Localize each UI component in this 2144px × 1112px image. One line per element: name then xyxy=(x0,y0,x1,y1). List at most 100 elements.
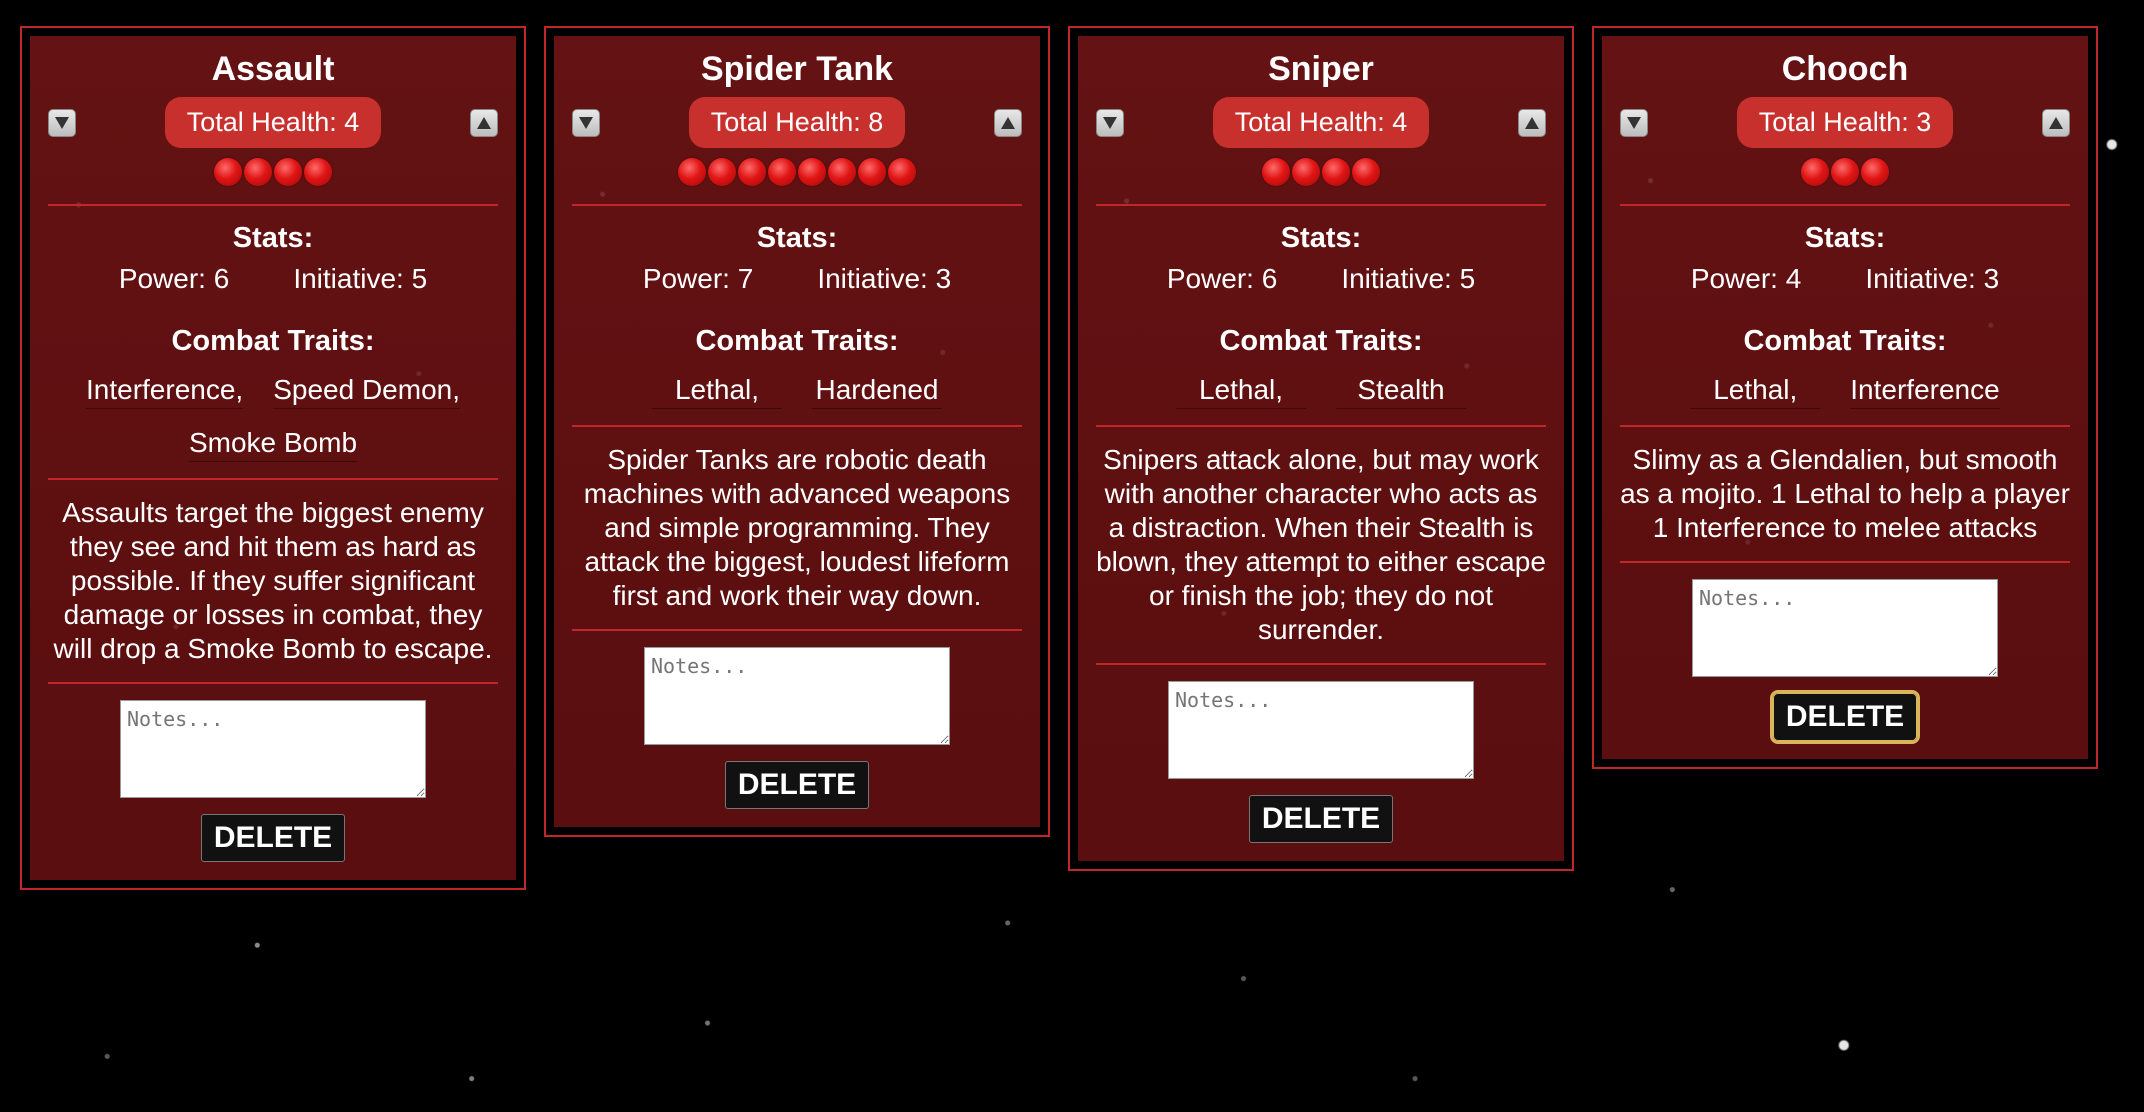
initiative-stat: Initiative: 3 xyxy=(817,263,952,294)
health-row: Total Health: 4 xyxy=(1096,97,1546,148)
power-stat: Power: 6 xyxy=(1166,263,1278,294)
character-card-chooch: Chooch Total Health: 3 Stats: Power: 4 I… xyxy=(1592,26,2098,769)
delete-button[interactable]: DELETE xyxy=(1769,690,1921,744)
divider xyxy=(572,629,1022,631)
notes-field[interactable] xyxy=(644,647,950,745)
health-pips xyxy=(572,158,1022,188)
delete-button[interactable]: DELETE xyxy=(1248,795,1394,843)
divider xyxy=(48,682,498,684)
health-pip-icon xyxy=(1292,158,1320,186)
notes-field[interactable] xyxy=(120,700,426,798)
power-stat: Power: 6 xyxy=(118,263,230,294)
increase-health-button[interactable] xyxy=(2041,108,2070,137)
triangle-down-icon xyxy=(579,116,593,129)
combat-trait: Stealth xyxy=(1336,374,1466,409)
triangle-up-icon xyxy=(1000,116,1015,129)
card-title: Chooch xyxy=(1781,50,1909,88)
health-pip-icon xyxy=(1831,158,1859,186)
health-pip-icon xyxy=(678,158,706,186)
delete-button[interactable]: DELETE xyxy=(724,761,870,809)
initiative-stat: Initiative: 5 xyxy=(293,263,428,294)
increase-health-button[interactable] xyxy=(993,108,1022,137)
health-pip-icon xyxy=(1322,158,1350,186)
health-pip-icon xyxy=(1352,158,1380,186)
card-description: Assaults target the biggest enemy they s… xyxy=(53,497,493,664)
health-pip-icon xyxy=(214,158,242,186)
notes-field[interactable] xyxy=(1692,579,1998,677)
character-card: Chooch Total Health: 3 Stats: Power: 4 I… xyxy=(1602,36,2088,759)
health-pip-icon xyxy=(738,158,766,186)
health-pip-icon xyxy=(1262,158,1290,186)
card-description: Slimy as a Glendalien, but smooth as a m… xyxy=(1620,444,2070,543)
health-row: Total Health: 3 xyxy=(1620,97,2070,148)
divider xyxy=(572,204,1022,206)
health-pip-icon xyxy=(828,158,856,186)
combat-trait: Hardened xyxy=(812,374,942,409)
stats-heading: Stats: xyxy=(756,222,838,254)
combat-trait: Speed Demon, xyxy=(273,374,460,409)
total-health-badge: Total Health: 4 xyxy=(164,97,382,148)
divider xyxy=(48,478,498,480)
combat-traits-heading: Combat Traits: xyxy=(1219,325,1423,357)
character-card-assault: Assault Total Health: 4 Stats: Power: 6 … xyxy=(20,26,526,890)
health-pip-icon xyxy=(858,158,886,186)
card-title: Spider Tank xyxy=(700,50,894,88)
notes-field[interactable] xyxy=(1168,681,1474,779)
divider xyxy=(1620,425,2070,427)
character-card: Spider Tank Total Health: 8 Stats: Power… xyxy=(554,36,1040,827)
total-health-badge: Total Health: 3 xyxy=(1736,97,1954,148)
triangle-up-icon xyxy=(476,116,491,129)
triangle-down-icon xyxy=(1103,116,1117,129)
health-pips xyxy=(1620,158,2070,188)
combat-traits-heading: Combat Traits: xyxy=(695,325,899,357)
decrease-health-button[interactable] xyxy=(572,108,600,137)
delete-button[interactable]: DELETE xyxy=(200,814,346,862)
health-pips xyxy=(1096,158,1546,188)
health-pip-icon xyxy=(708,158,736,186)
initiative-stat: Initiative: 3 xyxy=(1865,263,2000,294)
stats-row: Power: 4 Initiative: 3 xyxy=(1620,263,2070,295)
card-description: Spider Tanks are robotic death machines … xyxy=(583,444,1011,611)
divider xyxy=(1096,204,1546,206)
combat-traits-heading: Combat Traits: xyxy=(171,325,375,357)
character-card-list: Assault Total Health: 4 Stats: Power: 6 … xyxy=(20,26,2098,890)
triangle-up-icon xyxy=(1524,116,1539,129)
combat-traits-list: Lethal, Hardened xyxy=(572,374,1022,409)
combat-traits-list: Interference, Speed Demon, Smoke Bomb xyxy=(48,374,498,462)
combat-trait: Lethal, xyxy=(1176,374,1306,409)
combat-trait: Interference xyxy=(1850,374,2000,409)
health-pip-icon xyxy=(304,158,332,186)
health-pip-icon xyxy=(244,158,272,186)
stats-row: Power: 6 Initiative: 5 xyxy=(48,263,498,295)
card-title: Sniper xyxy=(1268,50,1374,88)
health-row: Total Health: 4 xyxy=(48,97,498,148)
stats-heading: Stats: xyxy=(1804,222,1886,254)
combat-traits-heading: Combat Traits: xyxy=(1743,325,1947,357)
decrease-health-button[interactable] xyxy=(48,108,76,137)
character-card: Assault Total Health: 4 Stats: Power: 6 … xyxy=(30,36,516,880)
health-pip-icon xyxy=(1801,158,1829,186)
decrease-health-button[interactable] xyxy=(1620,108,1648,137)
decrease-health-button[interactable] xyxy=(1096,108,1124,137)
stats-row: Power: 7 Initiative: 3 xyxy=(572,263,1022,295)
card-title: Assault xyxy=(211,50,335,88)
stats-heading: Stats: xyxy=(232,222,314,254)
health-row: Total Health: 8 xyxy=(572,97,1022,148)
combat-trait: Interference, xyxy=(86,374,244,409)
divider xyxy=(572,425,1022,427)
combat-traits-list: Lethal, Interference xyxy=(1620,374,2070,409)
total-health-badge: Total Health: 4 xyxy=(1212,97,1430,148)
triangle-down-icon xyxy=(1627,116,1641,129)
increase-health-button[interactable] xyxy=(469,108,498,137)
card-description: Snipers attack alone, but may work with … xyxy=(1096,444,1546,645)
divider xyxy=(1096,663,1546,665)
combat-trait: Lethal, xyxy=(1690,374,1821,409)
divider xyxy=(1096,425,1546,427)
increase-health-button[interactable] xyxy=(1517,108,1546,137)
health-pip-icon xyxy=(888,158,916,186)
divider xyxy=(1620,561,2070,563)
character-card-spider-tank: Spider Tank Total Health: 8 Stats: Power… xyxy=(544,26,1050,837)
health-pip-icon xyxy=(768,158,796,186)
health-pip-icon xyxy=(274,158,302,186)
combat-traits-list: Lethal, Stealth xyxy=(1096,374,1546,409)
